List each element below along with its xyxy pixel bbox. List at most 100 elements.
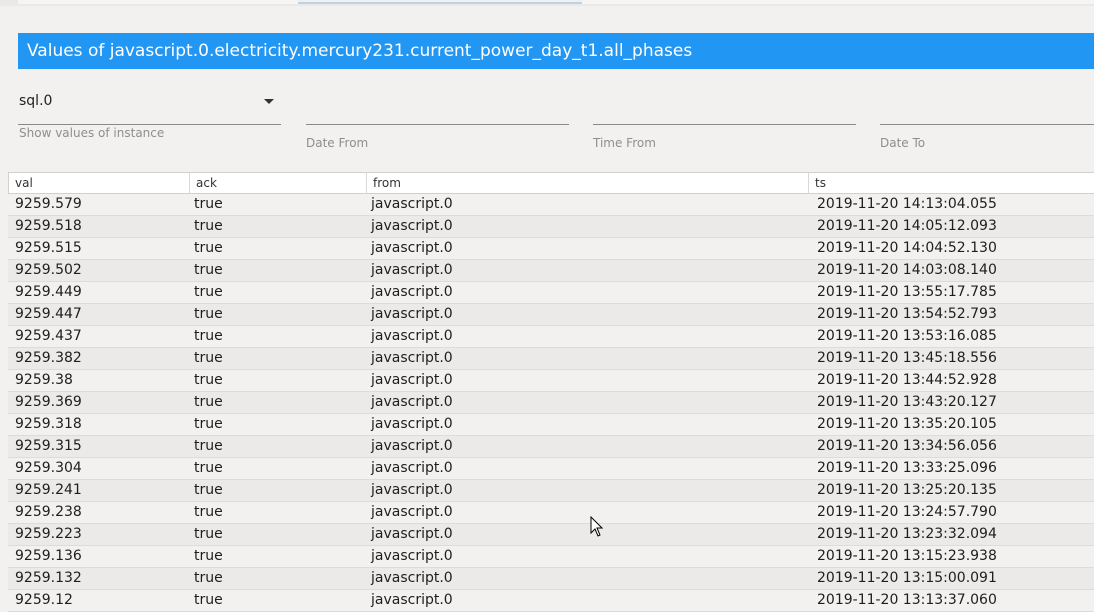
column-header-val[interactable]: val	[9, 173, 190, 194]
cell-ack: true	[194, 196, 223, 212]
tab-previous[interactable]	[18, 0, 298, 4]
tab-active[interactable]	[298, 0, 582, 4]
table-row[interactable]: 9259.304 true javascript.0 2019-11-20 13:33…	[8, 458, 1094, 480]
cell-ts: 2019-11-20 13:54:52.793	[817, 306, 997, 322]
instance-select[interactable]: sql.0 Show values of instance	[18, 86, 281, 146]
cell-ts: 2019-11-20 13:34:56.056	[817, 438, 997, 454]
date-from-field[interactable]: Date From	[306, 86, 569, 156]
instance-underline	[18, 124, 281, 125]
table-row[interactable]: 9259.318 true javascript.0 2019-11-20 13:35…	[8, 414, 1094, 436]
cell-ack: true	[194, 218, 223, 234]
table-body: 9259.579 true javascript.0 2019-11-20 14:13…	[8, 194, 1094, 612]
cell-val: 9259.318	[15, 416, 82, 432]
cell-from: javascript.0	[371, 460, 453, 476]
table-row[interactable]: 9259.449 true javascript.0 2019-11-20 13:55…	[8, 282, 1094, 304]
instance-value: sql.0	[19, 93, 53, 109]
tab-next[interactable]	[582, 0, 1094, 4]
table-row[interactable]: 9259.132 true javascript.0 2019-11-20 13:15…	[8, 568, 1094, 590]
cell-ts: 2019-11-20 13:45:18.556	[817, 350, 997, 366]
time-from-underline	[593, 124, 856, 125]
cell-from: javascript.0	[371, 438, 453, 454]
cell-ts: 2019-11-20 13:43:20.127	[817, 394, 997, 410]
cell-val: 9259.132	[15, 570, 82, 586]
cell-val: 9259.241	[15, 482, 82, 498]
time-from-field[interactable]: Time From	[593, 86, 856, 156]
table-row[interactable]: 9259.241 true javascript.0 2019-11-20 13:25…	[8, 480, 1094, 502]
table-row[interactable]: 9259.515 true javascript.0 2019-11-20 14:04…	[8, 238, 1094, 260]
cell-from: javascript.0	[371, 284, 453, 300]
table-row[interactable]: 9259.518 true javascript.0 2019-11-20 14:05…	[8, 216, 1094, 238]
cell-ack: true	[194, 284, 223, 300]
column-header-from[interactable]: from	[367, 173, 809, 194]
cell-ack: true	[194, 328, 223, 344]
cell-from: javascript.0	[371, 526, 453, 542]
cell-ack: true	[194, 504, 223, 520]
cell-ack: true	[194, 460, 223, 476]
instance-label: Show values of instance	[19, 126, 165, 140]
cell-ack: true	[194, 482, 223, 498]
cell-ts: 2019-11-20 14:03:08.140	[817, 262, 997, 278]
cell-ts: 2019-11-20 13:15:23.938	[817, 548, 997, 564]
cell-ack: true	[194, 394, 223, 410]
cell-from: javascript.0	[371, 240, 453, 256]
cell-from: javascript.0	[371, 262, 453, 278]
cell-ts: 2019-11-20 13:44:52.928	[817, 372, 997, 388]
cell-ack: true	[194, 438, 223, 454]
cell-from: javascript.0	[371, 394, 453, 410]
cell-ts: 2019-11-20 13:53:16.085	[817, 328, 997, 344]
table-row[interactable]: 9259.136 true javascript.0 2019-11-20 13:15…	[8, 546, 1094, 568]
table-row[interactable]: 9259.12 true javascript.0 2019-11-20 13:13:…	[8, 590, 1094, 612]
history-table: val ack from ts 9259.579 true javascript.0…	[8, 172, 1094, 612]
cell-ack: true	[194, 306, 223, 322]
cell-ts: 2019-11-20 14:05:12.093	[817, 218, 997, 234]
cell-val: 9259.449	[15, 284, 82, 300]
cell-ts: 2019-11-20 13:13:37.060	[817, 592, 997, 608]
column-header-ts[interactable]: ts	[809, 173, 1094, 194]
cell-val: 9259.369	[15, 394, 82, 410]
cell-from: javascript.0	[371, 350, 453, 366]
table-row[interactable]: 9259.437 true javascript.0 2019-11-20 13:53…	[8, 326, 1094, 348]
time-from-label: Time From	[593, 136, 656, 150]
table-row[interactable]: 9259.38 true javascript.0 2019-11-20 13:44:…	[8, 370, 1094, 392]
table-row[interactable]: 9259.447 true javascript.0 2019-11-20 13:54…	[8, 304, 1094, 326]
cell-from: javascript.0	[371, 306, 453, 322]
date-to-label: Date To	[880, 136, 926, 150]
cell-val: 9259.518	[15, 218, 82, 234]
cell-val: 9259.223	[15, 526, 82, 542]
date-from-underline	[306, 124, 569, 125]
table-row[interactable]: 9259.369 true javascript.0 2019-11-20 13:43…	[8, 392, 1094, 414]
column-header-ack[interactable]: ack	[190, 173, 367, 194]
cell-ack: true	[194, 548, 223, 564]
cell-ts: 2019-11-20 13:23:32.094	[817, 526, 997, 542]
table-row[interactable]: 9259.382 true javascript.0 2019-11-20 13:45…	[8, 348, 1094, 370]
cell-from: javascript.0	[371, 218, 453, 234]
cell-ts: 2019-11-20 14:04:52.130	[817, 240, 997, 256]
table-row[interactable]: 9259.223 true javascript.0 2019-11-20 13:23…	[8, 524, 1094, 546]
table-row[interactable]: 9259.502 true javascript.0 2019-11-20 14:03…	[8, 260, 1094, 282]
cell-ts: 2019-11-20 14:13:04.055	[817, 196, 997, 212]
table-row[interactable]: 9259.315 true javascript.0 2019-11-20 13:34…	[8, 436, 1094, 458]
cell-val: 9259.38	[15, 372, 73, 388]
table-row[interactable]: 9259.579 true javascript.0 2019-11-20 14:13…	[8, 194, 1094, 216]
caret-down-icon[interactable]	[264, 99, 274, 104]
mouse-pointer-icon	[590, 515, 604, 542]
cell-ack: true	[194, 416, 223, 432]
cell-val: 9259.447	[15, 306, 82, 322]
cell-val: 9259.136	[15, 548, 82, 564]
date-to-field[interactable]: Date To	[880, 86, 1094, 156]
cell-val: 9259.579	[15, 196, 82, 212]
cell-ack: true	[194, 350, 223, 366]
cell-ts: 2019-11-20 13:24:57.790	[817, 504, 997, 520]
table-header: val ack from ts	[8, 172, 1094, 194]
cell-ack: true	[194, 526, 223, 542]
cell-ts: 2019-11-20 13:25:20.135	[817, 482, 997, 498]
cell-from: javascript.0	[371, 372, 453, 388]
cell-from: javascript.0	[371, 416, 453, 432]
table-row[interactable]: 9259.238 true javascript.0 2019-11-20 13:24…	[8, 502, 1094, 524]
cell-ack: true	[194, 262, 223, 278]
dialog-title: Values of javascript.0.electricity.mercu…	[18, 33, 1094, 69]
cell-from: javascript.0	[371, 482, 453, 498]
cell-from: javascript.0	[371, 196, 453, 212]
date-to-underline	[880, 124, 1094, 125]
tab-strip	[0, 0, 1094, 6]
